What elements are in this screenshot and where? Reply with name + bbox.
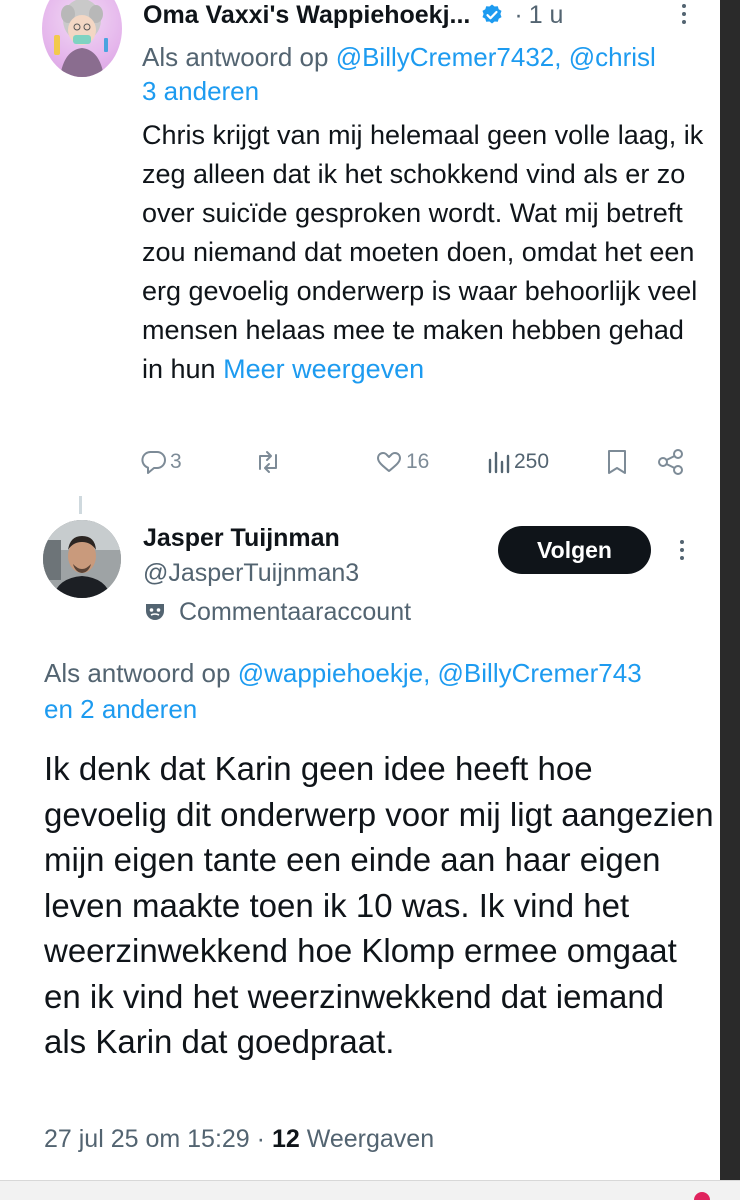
bottom-bar: [0, 1180, 740, 1200]
reply-others-link[interactable]: 3 anderen: [142, 72, 259, 110]
reply-button[interactable]: 3: [140, 446, 182, 478]
tweet1-reply-context: Als antwoord op @BillyCremer7432, @chris…: [142, 38, 720, 76]
tweet1-body: Chris krijgt van mij helemaal geen volle…: [142, 120, 704, 384]
like-button[interactable]: 16: [374, 446, 429, 478]
screen-edge: [720, 0, 740, 1200]
bookmark-button[interactable]: [604, 446, 630, 478]
tweet2-date[interactable]: 27 jul 25 om 15:29: [44, 1125, 250, 1153]
avatar[interactable]: [42, 0, 122, 77]
tweet1-action-bar: 3 16 250: [140, 446, 700, 478]
avatar[interactable]: [43, 520, 121, 598]
heart-icon: [377, 452, 401, 472]
reply-prefix: Als antwoord op: [142, 42, 329, 72]
thread-connector: [79, 496, 82, 514]
reply-count: 3: [170, 450, 182, 473]
account-label-text: Commentaaraccount: [179, 597, 412, 626]
more-options-icon[interactable]: [674, 0, 694, 28]
header-separator: ·: [514, 0, 523, 29]
reply-others-link[interactable]: en 2 anderen: [44, 690, 197, 728]
tweet1-text: Chris krijgt van mij helemaal geen volle…: [142, 116, 712, 389]
retweet-button[interactable]: [253, 446, 283, 478]
follow-button[interactable]: Volgen: [498, 526, 651, 574]
bookmark-icon: [608, 450, 626, 474]
views-count: 12: [271, 1125, 300, 1153]
share-icon: [658, 449, 683, 475]
views-count: 250: [514, 450, 550, 473]
tweet2-display-name[interactable]: Jasper Tuijnman: [143, 522, 340, 554]
tweet1-header: Oma Vaxxi's Wappiehoekj... · 1 u: [143, 0, 563, 30]
tweet2-meta: 27 jul 25 om 15:29 · 12 Weergaven: [44, 1122, 434, 1156]
share-button[interactable]: [656, 446, 686, 478]
tweet1-display-name[interactable]: Oma Vaxxi's Wappiehoekj...: [143, 1, 470, 30]
verified-badge-icon: [480, 3, 504, 27]
theater-mask-icon: [143, 601, 167, 623]
views-label: Weergaven: [306, 1125, 435, 1153]
show-more-link[interactable]: Meer weergeven: [223, 354, 424, 384]
tweet1-time[interactable]: 1 u: [529, 1, 564, 30]
bar-chart-icon: [488, 451, 510, 474]
reply-icon: [141, 451, 166, 474]
tweet2-text: Ik denk dat Karin geen idee heeft hoe ge…: [44, 750, 714, 1060]
reply-mentions[interactable]: @BillyCremer7432, @chrisl: [336, 42, 656, 72]
more-options-icon[interactable]: [672, 536, 692, 568]
like-count: 16: [406, 450, 430, 473]
tweet2-handle[interactable]: @JasperTuijnman3: [143, 557, 359, 589]
views-button[interactable]: 250: [486, 446, 549, 478]
reply-mentions[interactable]: @wappiehoekje, @BillyCremer743: [238, 658, 642, 688]
meta-separator: ·: [256, 1125, 265, 1153]
reply-prefix: Als antwoord op: [44, 658, 231, 688]
timeline: Oma Vaxxi's Wappiehoekj... · 1 u Als ant…: [0, 0, 720, 1180]
retweet-icon: [259, 451, 277, 473]
tweet2-reply-context: Als antwoord op @wappiehoekje, @BillyCre…: [44, 654, 720, 692]
account-label: Commentaaraccount: [143, 596, 411, 628]
